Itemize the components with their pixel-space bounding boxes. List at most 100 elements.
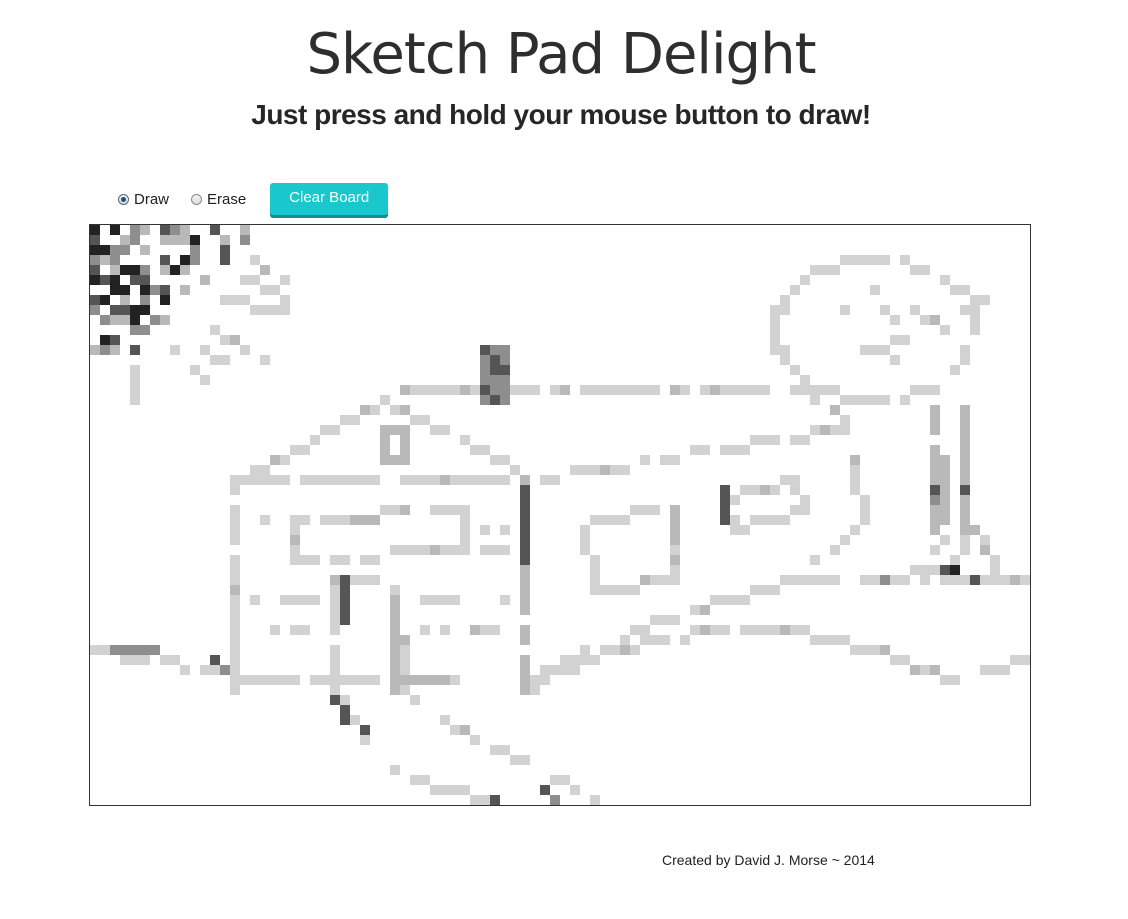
sketch-pixel [260, 675, 270, 685]
sketch-pixel [220, 245, 230, 255]
sketch-pixel [110, 645, 120, 655]
sketch-pixel [950, 365, 960, 375]
sketch-pixel [380, 435, 390, 445]
sketch-pixel [720, 505, 730, 515]
sketch-pixel [960, 305, 970, 315]
sketch-pixel [260, 265, 270, 275]
sketch-pixel [450, 785, 460, 795]
sketch-pixel [340, 605, 350, 615]
sketch-pixel [270, 675, 280, 685]
sketch-pixel [300, 625, 310, 635]
drawing-board[interactable] [89, 224, 1031, 806]
sketch-pixel [810, 635, 820, 645]
sketch-canvas[interactable] [90, 225, 1030, 805]
sketch-pixel [390, 765, 400, 775]
sketch-pixel [160, 315, 170, 325]
sketch-pixel [270, 625, 280, 635]
sketch-pixel [640, 575, 650, 585]
sketch-pixel [960, 415, 970, 425]
sketch-pixel [260, 475, 270, 485]
sketch-pixel [380, 445, 390, 455]
sketch-pixel [540, 785, 550, 795]
sketch-pixel [880, 345, 890, 355]
sketch-pixel [170, 265, 180, 275]
sketch-pixel [340, 695, 350, 705]
sketch-pixel [960, 425, 970, 435]
sketch-pixel [1020, 655, 1030, 665]
draw-mode-option[interactable]: Draw [118, 191, 169, 208]
sketch-pixel [640, 455, 650, 465]
sketch-pixel [100, 345, 110, 355]
sketch-pixel [610, 585, 620, 595]
sketch-pixel [140, 295, 150, 305]
sketch-pixel [400, 385, 410, 395]
sketch-pixel [930, 545, 940, 555]
sketch-pixel [780, 295, 790, 305]
sketch-pixel [250, 465, 260, 475]
sketch-pixel [850, 645, 860, 655]
sketch-pixel [590, 465, 600, 475]
sketch-pixel [840, 415, 850, 425]
sketch-pixel [390, 405, 400, 415]
sketch-pixel [990, 575, 1000, 585]
sketch-pixel [830, 635, 840, 645]
sketch-pixel [950, 675, 960, 685]
sketch-pixel [650, 385, 660, 395]
sketch-pixel [890, 575, 900, 585]
sketch-pixel [580, 645, 590, 655]
sketch-pixel [470, 795, 480, 805]
sketch-pixel [180, 235, 190, 245]
sketch-pixel [930, 465, 940, 475]
sketch-pixel [410, 385, 420, 395]
sketch-pixel [290, 445, 300, 455]
sketch-pixel [840, 535, 850, 545]
sketch-pixel [460, 385, 470, 395]
clear-board-button[interactable]: Clear Board [270, 183, 389, 215]
erase-radio[interactable] [191, 193, 203, 205]
sketch-pixel [640, 635, 650, 645]
sketch-pixel [910, 665, 920, 675]
sketch-pixel [950, 575, 960, 585]
sketch-pixel [280, 275, 290, 285]
sketch-pixel [330, 605, 340, 615]
erase-mode-option[interactable]: Erase [191, 191, 246, 208]
draw-radio[interactable] [118, 193, 129, 205]
sketch-pixel [380, 425, 390, 435]
sketch-pixel [590, 515, 600, 525]
sketch-pixel [280, 455, 290, 465]
sketch-pixel [300, 555, 310, 565]
sketch-pixel [700, 445, 710, 455]
sketch-pixel [410, 695, 420, 705]
sketch-pixel [480, 345, 490, 355]
sketch-pixel [330, 655, 340, 665]
sketch-pixel [500, 365, 510, 375]
sketch-pixel [400, 505, 410, 515]
sketch-pixel [590, 585, 600, 595]
sketch-pixel [520, 385, 530, 395]
sketch-pixel [520, 655, 530, 665]
sketch-pixel [380, 395, 390, 405]
sketch-pixel [510, 385, 520, 395]
sketch-pixel [980, 545, 990, 555]
sketch-pixel [410, 415, 420, 425]
sketch-pixel [440, 385, 450, 395]
sketch-pixel [230, 295, 240, 305]
sketch-pixel [950, 565, 960, 575]
sketch-pixel [230, 555, 240, 565]
sketch-pixel [590, 385, 600, 395]
sketch-pixel [360, 405, 370, 415]
sketch-pixel [290, 525, 300, 535]
sketch-pixel [970, 525, 980, 535]
sketch-pixel [270, 285, 280, 295]
sketch-pixel [140, 325, 150, 335]
sketch-pixel [520, 575, 530, 585]
sketch-pixel [360, 675, 370, 685]
sketch-pixel [330, 685, 340, 695]
sketch-pixel [1000, 575, 1010, 585]
sketch-pixel [710, 595, 720, 605]
sketch-pixel [420, 545, 430, 555]
sketch-pixel [720, 515, 730, 525]
sketch-pixel [930, 385, 940, 395]
sketch-pixel [570, 655, 580, 665]
sketch-pixel [730, 385, 740, 395]
